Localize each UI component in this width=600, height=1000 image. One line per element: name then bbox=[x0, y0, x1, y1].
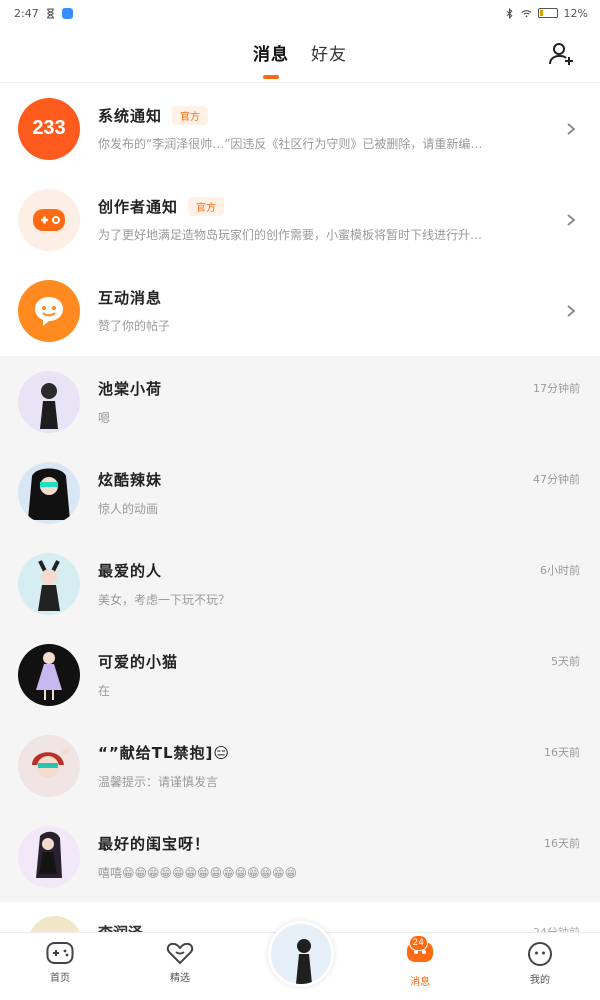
character-avatar-icon bbox=[296, 939, 312, 984]
logo-233: 233 bbox=[32, 117, 66, 139]
nav-label: 首页 bbox=[50, 973, 70, 984]
chat-time: 17分钟前 bbox=[533, 382, 580, 395]
chat-row[interactable]: 可爱的小猫 5天前 在 bbox=[0, 629, 600, 720]
tab-friends[interactable]: 好友 bbox=[311, 40, 347, 65]
avatar bbox=[18, 370, 80, 433]
chat-preview: 嗯 bbox=[98, 410, 111, 425]
chat-preview: 惊人的动画 bbox=[98, 501, 159, 516]
item-preview: 你发布的“李润泽很帅…”因违反《社区行为守则》已被删除，请重新编… bbox=[98, 137, 483, 151]
chat-name: 最好的闺宝呀！ bbox=[98, 834, 211, 853]
add-friend-icon[interactable] bbox=[548, 40, 576, 68]
chat-time: 47分钟前 bbox=[533, 473, 580, 486]
chat-time: 5天前 bbox=[551, 655, 580, 668]
profile-face-icon bbox=[528, 942, 552, 966]
chevron-right-icon bbox=[567, 304, 576, 317]
unread-count-badge: 24 bbox=[408, 935, 428, 951]
character-avatar-icon bbox=[32, 746, 70, 778]
app-notification-icon bbox=[61, 7, 73, 19]
chat-row[interactable]: 最好的闺宝呀！ 16天前 嘻嘻😁😁😁😁😁😁😁😁😁😁😁😁😁😁 bbox=[0, 811, 600, 902]
chat-preview: 美女，考虑一下玩不玩？ bbox=[98, 592, 231, 607]
list-item-interaction[interactable]: 互动消息 赞了你的帖子 bbox=[0, 265, 600, 356]
bluetooth-icon bbox=[506, 7, 513, 19]
smiley-bubble-icon bbox=[35, 296, 63, 326]
nav-label: 精选 bbox=[170, 973, 190, 984]
item-title: 互动消息 bbox=[98, 289, 163, 307]
chat-name: 可爱的小猫 bbox=[98, 652, 179, 671]
tab-messages[interactable]: 消息 bbox=[253, 40, 289, 65]
chat-name: 最爱的人 bbox=[98, 561, 163, 580]
messages-header: 消息 好友 bbox=[0, 26, 600, 83]
official-badge: 官方 bbox=[172, 106, 209, 125]
list-item-creator-notice[interactable]: 创作者通知 官方 为了更好地满足造物岛玩家们的创作需要，小蜜模板将暂时下线进行升… bbox=[0, 174, 600, 265]
nav-profile[interactable]: 我的 bbox=[510, 941, 570, 986]
chat-time: 16天前 bbox=[544, 837, 580, 850]
interaction-avatar bbox=[18, 279, 80, 342]
chevron-right-icon bbox=[567, 213, 576, 226]
chat-row[interactable]: 池棠小荷 17分钟前 嗯 bbox=[0, 356, 600, 447]
chat-name: 池棠小荷 bbox=[98, 379, 163, 398]
chat-time: 24分钟前 bbox=[533, 924, 580, 932]
chat-name: 李润泽 bbox=[98, 922, 143, 932]
gamepad-icon bbox=[46, 942, 74, 964]
gamepad-icon bbox=[33, 208, 65, 231]
chevron-right-icon bbox=[567, 122, 576, 135]
chat-preview: 嘻嘻😁😁😁😁😁😁😁😁😁😁😁😁😁😁 bbox=[98, 865, 298, 880]
chat-row[interactable]: “”献给TL禁抱]😑 16天前 温馨提示：请谨慎发言 bbox=[0, 720, 600, 811]
avatar bbox=[18, 461, 80, 524]
character-avatar-icon bbox=[36, 831, 62, 878]
avatar bbox=[18, 734, 80, 797]
avatar bbox=[18, 825, 80, 888]
header-tabs: 消息 好友 bbox=[0, 40, 600, 65]
chat-time: 6小时前 bbox=[540, 564, 580, 577]
battery-level: 12% bbox=[563, 6, 588, 20]
item-preview: 为了更好地满足造物岛玩家们的创作需要，小蜜模板将暂时下线进行升… bbox=[98, 228, 483, 242]
nav-create-avatar[interactable] bbox=[268, 921, 334, 987]
chat-name: “”献给TL禁抱]😑 bbox=[98, 743, 230, 762]
chat-preview: 温馨提示：请谨慎发言 bbox=[98, 774, 219, 789]
battery-icon bbox=[537, 8, 558, 18]
avatar bbox=[18, 643, 80, 706]
official-notification-list: 233 系统通知 官方 你发布的“李润泽很帅…”因违反《社区行为守则》已被删除，… bbox=[0, 83, 600, 356]
chat-list: 池棠小荷 17分钟前 嗯 炫酷辣妹 47分钟前 惊人的动画 最爱的人 6小时前 bbox=[0, 356, 600, 902]
avatar bbox=[18, 552, 80, 615]
item-preview: 赞了你的帖子 bbox=[98, 319, 171, 333]
official-badge: 官方 bbox=[188, 197, 225, 216]
status-bar: 2:47 12% bbox=[0, 0, 600, 26]
hourglass-icon bbox=[46, 8, 54, 18]
chat-row[interactable]: 炫酷辣妹 47分钟前 惊人的动画 bbox=[0, 447, 600, 538]
chat-name: 炫酷辣妹 bbox=[98, 470, 163, 489]
nav-featured[interactable]: 精选 bbox=[150, 941, 210, 984]
bottom-navigation: 首页 精选 24 消息 我的 bbox=[0, 921, 600, 1000]
avatar bbox=[28, 916, 82, 932]
nav-label: 消息 bbox=[410, 977, 430, 988]
character-avatar-icon bbox=[40, 382, 58, 429]
heart-icon bbox=[166, 942, 194, 965]
chat-time: 16天前 bbox=[544, 746, 580, 759]
character-avatar-icon bbox=[28, 468, 70, 520]
chat-preview: 在 bbox=[98, 683, 111, 698]
nav-home[interactable]: 首页 bbox=[30, 941, 90, 984]
item-title: 创作者通知 bbox=[98, 198, 179, 216]
wifi-icon bbox=[521, 9, 532, 17]
nav-messages[interactable]: 24 消息 bbox=[390, 935, 450, 988]
list-item-system-notice[interactable]: 233 系统通知 官方 你发布的“李润泽很帅…”因违反《社区行为守则》已被删除，… bbox=[0, 83, 600, 174]
character-avatar-icon bbox=[36, 651, 62, 700]
status-time: 2:47 bbox=[14, 6, 39, 20]
system-notice-avatar: 233 bbox=[18, 97, 80, 160]
creator-notice-avatar bbox=[18, 188, 80, 251]
item-title: 系统通知 bbox=[98, 107, 163, 125]
nav-label: 我的 bbox=[530, 975, 550, 986]
chat-row[interactable]: 最爱的人 6小时前 美女，考虑一下玩不玩？ bbox=[0, 538, 600, 629]
character-avatar-icon bbox=[38, 559, 60, 611]
